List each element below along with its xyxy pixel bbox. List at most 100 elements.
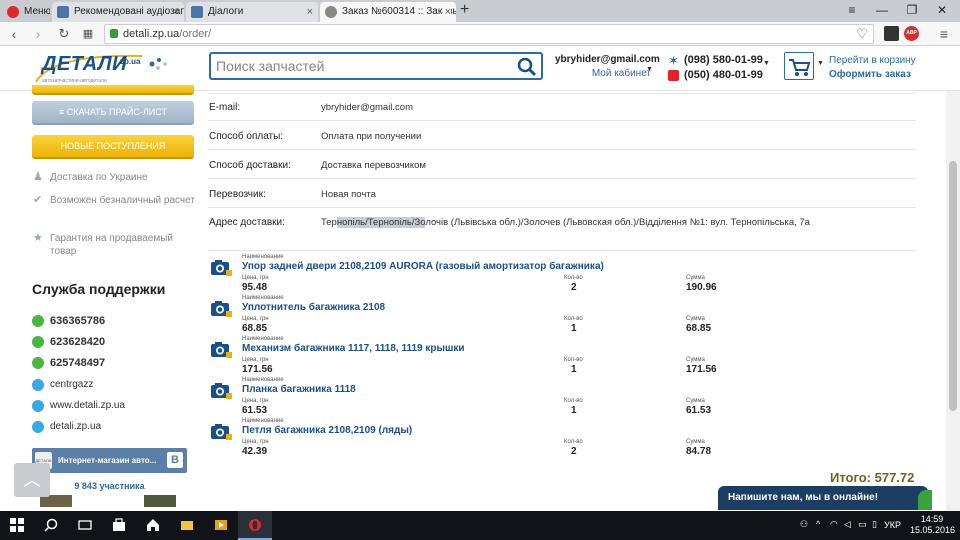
delivery-method-label: Способ доставки:	[209, 160, 291, 171]
vk-icon[interactable]: B	[167, 452, 183, 468]
opera-menu-button[interactable]: Меню	[2, 2, 50, 22]
opera-taskbar-button[interactable]	[238, 511, 272, 540]
avatar[interactable]	[144, 495, 176, 507]
icq-contact[interactable]: 623628420	[32, 335, 197, 349]
download-price-list-button[interactable]: ≡ СКАЧАТЬ ПРАЙС-ЛИСТ	[32, 101, 194, 125]
chevron-up-icon[interactable]: ^	[816, 519, 820, 529]
item-name-link[interactable]: Петля багажника 2108,2109 (ляды)	[242, 425, 412, 436]
language-indicator[interactable]: УКР	[884, 520, 901, 530]
sidebar-top-button[interactable]	[32, 85, 194, 95]
icq-contact[interactable]: 625748497	[32, 356, 197, 370]
item-price: 42.39	[242, 446, 268, 457]
cart-button[interactable]	[784, 52, 814, 80]
icq-icon	[32, 336, 44, 348]
file-explorer-button[interactable]	[170, 511, 204, 540]
close-icon[interactable]: ×	[173, 2, 179, 22]
account-email: ybryhider@gmail.com	[555, 54, 660, 65]
tab-menu-icon[interactable]: ≡	[836, 0, 868, 22]
text-selection: нопіль/Тернопіль/Зо	[336, 217, 426, 228]
forward-icon[interactable]: ›	[28, 24, 48, 44]
menu-icon[interactable]: ≡	[934, 24, 954, 44]
item-qty: 1	[571, 323, 577, 334]
divider	[208, 93, 916, 94]
carrier-label: Перевозчик:	[209, 189, 266, 200]
camera-icon[interactable]	[210, 423, 232, 440]
star-icon: ★	[33, 232, 43, 244]
camera-icon[interactable]	[210, 341, 232, 358]
chevron-up-icon: ︿	[23, 470, 41, 490]
page-scrollbar[interactable]	[946, 91, 960, 511]
address-label: Адрес доставки:	[209, 217, 285, 228]
skype-contact[interactable]: detali.zp.ua	[32, 420, 197, 434]
item-sum: 61.53	[686, 405, 712, 416]
site-logo[interactable]: ДЕТАЛИ zp.ua автозапчастини-автодетали	[32, 50, 182, 86]
network-icon[interactable]: ▭	[858, 519, 867, 530]
wifi-icon[interactable]: ◠	[830, 519, 838, 530]
camera-icon[interactable]	[210, 259, 232, 276]
order-total: Итого: 577.72	[830, 470, 915, 485]
home-button[interactable]	[136, 511, 170, 540]
extension-icon[interactable]	[884, 26, 899, 41]
my-cabinet-link[interactable]: Мой кабинет	[555, 68, 651, 79]
carrier-value: Новая почта	[321, 189, 376, 200]
feature-guarantee: ★ Гарантия на продаваемый товар	[33, 232, 173, 258]
chevron-down-icon[interactable]: ▼	[646, 66, 653, 73]
vk-group-widget[interactable]: ДЕТАЛИ Интернет-магазин авто... B	[32, 448, 187, 473]
chevron-down-icon[interactable]: ▼	[817, 60, 824, 67]
clock[interactable]: 14:59 15.05.2016	[910, 514, 955, 536]
minimize-icon[interactable]: —	[866, 0, 898, 22]
chevron-down-icon[interactable]: ▼	[763, 60, 770, 67]
scrollbar-thumb[interactable]	[949, 161, 957, 411]
vodafone-icon	[668, 70, 679, 81]
close-icon[interactable]: ×	[307, 2, 313, 22]
cart-icon	[789, 59, 811, 76]
restore-icon[interactable]: ❐	[896, 0, 928, 22]
phone-vodafone: (050) 480-01-99	[666, 68, 776, 83]
reload-icon[interactable]: ↻	[54, 24, 74, 44]
online-chat-button[interactable]: Напишите нам, мы в онлайне!	[718, 486, 932, 510]
item-name-link[interactable]: Планка багажника 1118	[242, 384, 356, 395]
url-input[interactable]: detali.zp.ua/order/	[104, 24, 874, 44]
skype-contact[interactable]: centrgazz	[32, 378, 197, 392]
item-name-link[interactable]: Уплотнитель багажника 2108	[242, 302, 385, 313]
notifications-icon[interactable]: ▯	[872, 519, 877, 530]
divider	[208, 207, 916, 208]
go-to-cart-link[interactable]: Перейти в корзину	[829, 54, 916, 68]
skype-contact[interactable]: www.detali.zp.ua	[32, 399, 197, 413]
email-value: ybryhider@gmail.com	[321, 102, 414, 113]
camera-icon[interactable]	[210, 382, 232, 399]
feature-delivery: ♟ Доставка по Украине	[33, 171, 148, 184]
checkout-link[interactable]: Оформить заказ	[829, 68, 916, 82]
taskbar: ⚇ ^ ◠ ◁ ▭ ▯ УКР 14:59 15.05.2016	[0, 511, 960, 540]
icq-contact[interactable]: 636365786	[32, 314, 197, 328]
new-tab-button[interactable]: +	[460, 1, 469, 19]
camera-icon[interactable]	[210, 300, 232, 317]
heart-icon[interactable]: ♡	[852, 24, 872, 44]
volume-icon[interactable]: ◁	[844, 519, 851, 530]
close-icon[interactable]: ×	[442, 2, 451, 22]
store-button[interactable]	[102, 511, 136, 540]
start-button[interactable]	[0, 511, 34, 540]
back-icon[interactable]: ‹	[4, 24, 24, 44]
gear-icon	[325, 6, 337, 18]
search-button[interactable]	[34, 511, 68, 540]
speed-dial-icon[interactable]: ▦	[78, 24, 98, 44]
item-name-link[interactable]: Механизм багажника 1117, 1118, 1119 крыш…	[242, 343, 465, 354]
tab-dialogs[interactable]: Діалоги ×	[186, 2, 318, 22]
payment-value: Оплата при получении	[321, 131, 422, 142]
people-icon[interactable]: ⚇	[800, 519, 808, 530]
adblock-icon[interactable]: ABP	[904, 26, 919, 41]
scroll-top-button[interactable]: ︿	[14, 463, 50, 497]
chat-status-icon	[918, 490, 932, 510]
task-view-button[interactable]	[68, 511, 102, 540]
close-window-icon[interactable]: ✕	[926, 0, 958, 22]
skype-icon	[32, 421, 44, 433]
tab-order[interactable]: Заказ №600314 :: Заказы ×	[320, 2, 456, 22]
search-icon[interactable]	[517, 57, 537, 77]
tab-audio[interactable]: Рекомендовані аудіозапи ×	[52, 2, 184, 22]
payment-label: Способ оплаты:	[209, 131, 284, 142]
item-name-link[interactable]: Упор задней двери 2108,2109 AURORA (газо…	[242, 261, 604, 272]
media-player-button[interactable]	[204, 511, 238, 540]
search-input[interactable]: Поиск запчастей	[209, 52, 543, 80]
new-arrivals-button[interactable]: НОВЫЕ ПОСТУПЛЕНИЯ	[32, 135, 194, 159]
